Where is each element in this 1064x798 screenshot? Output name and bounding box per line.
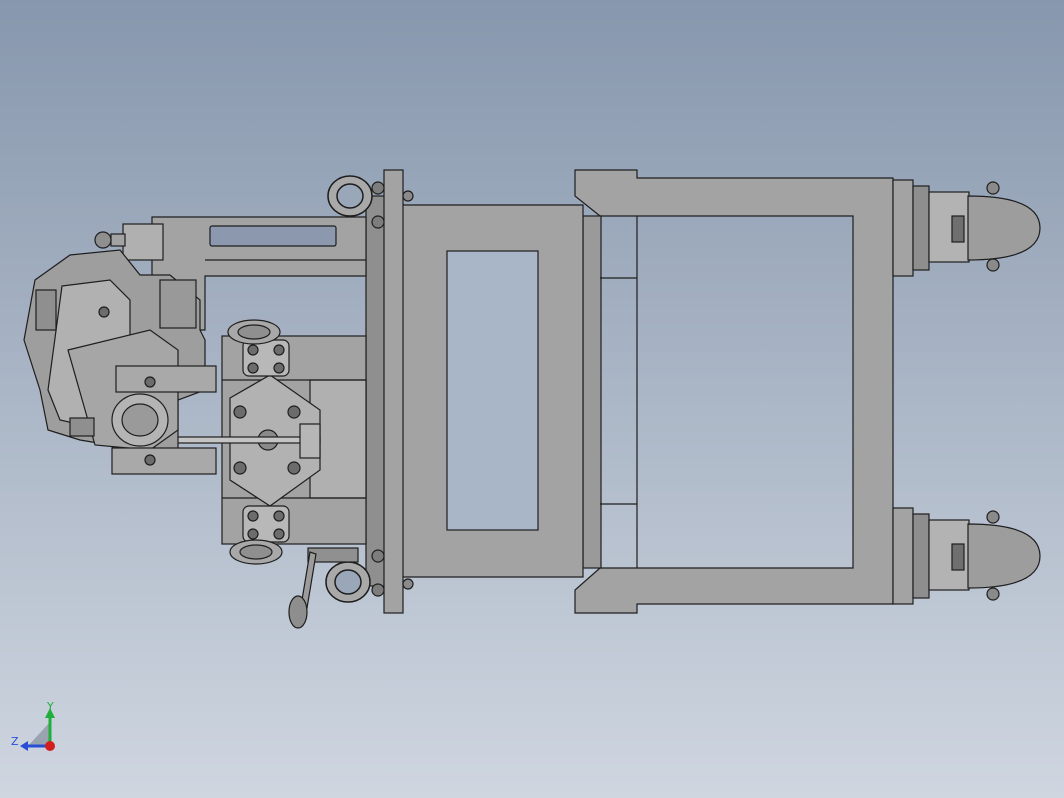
rear-u-frame[interactable] bbox=[574, 169, 894, 614]
origin-point bbox=[45, 741, 55, 751]
caster-wheel-top[interactable] bbox=[892, 179, 1041, 277]
lifting-ring-top[interactable] bbox=[327, 175, 373, 217]
cad-model-view[interactable]: Y Z bbox=[0, 0, 1064, 798]
coordinate-triad: Y Z bbox=[11, 700, 55, 751]
z-axis-label: Z bbox=[11, 735, 19, 748]
bearing-ring-bottom[interactable] bbox=[229, 539, 283, 565]
caster-wheel-bottom[interactable] bbox=[892, 507, 1041, 605]
y-axis-label: Y bbox=[46, 700, 54, 713]
lifting-ring-bottom[interactable] bbox=[325, 561, 371, 603]
bearing-ring-top[interactable] bbox=[227, 319, 281, 345]
cad-graphics-area[interactable]: Y Z bbox=[0, 0, 1064, 798]
middle-frame[interactable] bbox=[401, 204, 584, 578]
